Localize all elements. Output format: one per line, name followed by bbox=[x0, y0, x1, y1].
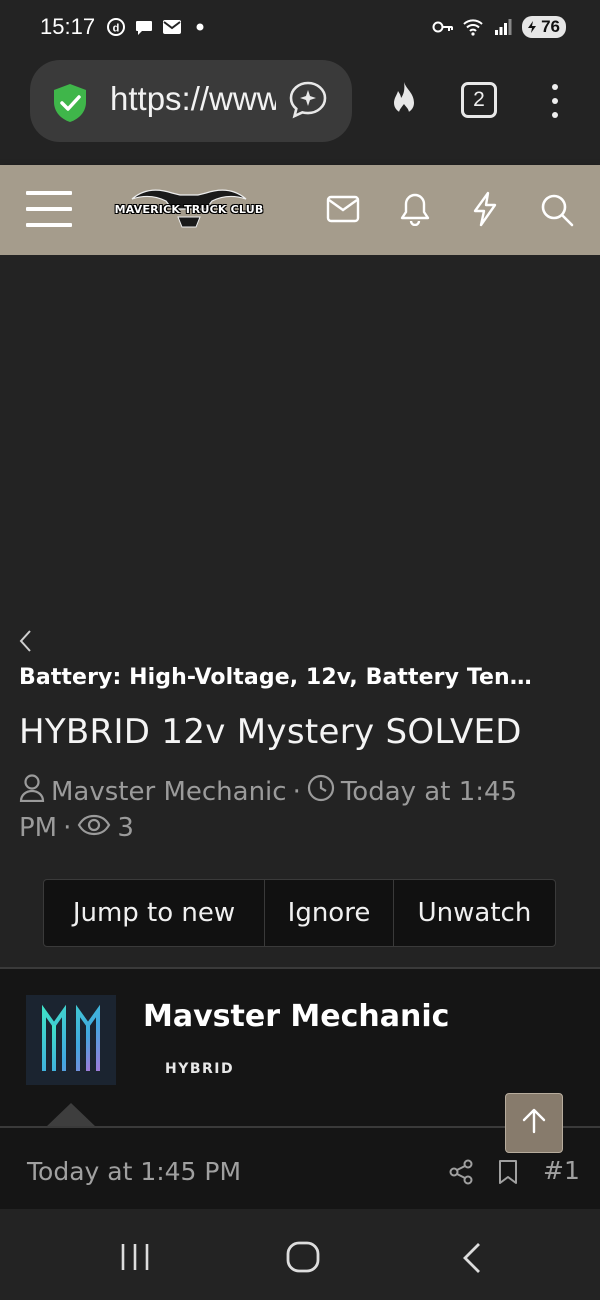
post-number[interactable]: #1 bbox=[543, 1156, 580, 1185]
bolt-icon[interactable] bbox=[471, 191, 499, 231]
arrow-up-icon bbox=[521, 1107, 547, 1139]
thread-meta: Mavster Mechanic · Today at 1:45 bbox=[19, 774, 579, 809]
thread-meta-continued: PM · 3 bbox=[19, 813, 579, 843]
svg-text:d: d bbox=[113, 23, 120, 35]
address-bar[interactable]: https://www.mavericktruckclub.com bbox=[30, 60, 352, 142]
view-count: 3 bbox=[117, 813, 134, 843]
post: Mavster Mechanic HYBRID Today at 1:45 PM… bbox=[0, 969, 600, 1209]
logo-text: MAVERICK TRUCK CLUB bbox=[114, 203, 264, 216]
post-arrow bbox=[46, 1103, 96, 1127]
status-right-icons: 76 bbox=[432, 16, 566, 38]
key-icon bbox=[432, 16, 454, 38]
bell-icon[interactable] bbox=[399, 192, 431, 230]
thread-author[interactable]: Mavster Mechanic bbox=[51, 777, 287, 807]
share-icon[interactable] bbox=[449, 1159, 473, 1189]
user-icon bbox=[19, 774, 45, 809]
wifi-icon bbox=[462, 16, 484, 38]
thread-date[interactable]: Today at 1:45 bbox=[341, 777, 517, 807]
signal-icon bbox=[492, 16, 514, 38]
clock-icon bbox=[307, 774, 335, 809]
ad-placeholder bbox=[0, 255, 600, 615]
menu-icon[interactable] bbox=[26, 191, 72, 239]
status-time: 15:17 bbox=[40, 14, 96, 39]
tabs-icon[interactable]: 2 bbox=[461, 82, 497, 118]
battery-level: 76 bbox=[541, 17, 560, 36]
mail-icon[interactable] bbox=[326, 195, 360, 227]
browser-toolbar: https://www.mavericktruckclub.com 2 bbox=[0, 58, 600, 164]
data-saver-icon: d bbox=[105, 16, 127, 38]
poster-name[interactable]: Mavster Mechanic bbox=[143, 999, 449, 1034]
dot-icon bbox=[189, 16, 211, 38]
ai-assistant-icon[interactable] bbox=[288, 80, 328, 124]
meta-separator: · bbox=[63, 813, 72, 843]
chat-bubble-icon bbox=[133, 16, 155, 38]
unwatch-button[interactable]: Unwatch bbox=[394, 880, 555, 946]
back-icon[interactable] bbox=[460, 1241, 484, 1279]
thread-actions: Jump to new Ignore Unwatch bbox=[43, 879, 556, 947]
bookmark-icon[interactable] bbox=[498, 1159, 518, 1189]
search-icon[interactable] bbox=[539, 192, 575, 232]
thread-title: HYBRID 12v Mystery SOLVED bbox=[19, 712, 522, 752]
shield-check-icon[interactable] bbox=[50, 82, 90, 128]
status-bar: 15:17 d 76 bbox=[0, 0, 600, 58]
chevron-left-icon[interactable] bbox=[18, 628, 34, 658]
more-vertical-icon[interactable] bbox=[548, 84, 562, 126]
eye-icon bbox=[77, 813, 111, 843]
meta-separator: · bbox=[292, 776, 301, 807]
home-icon[interactable] bbox=[286, 1241, 320, 1277]
status-left-icons: d bbox=[105, 16, 211, 38]
jump-to-new-button[interactable]: Jump to new bbox=[44, 880, 265, 946]
user-badge: HYBRID bbox=[165, 1061, 235, 1077]
recents-icon[interactable] bbox=[118, 1242, 152, 1276]
site-logo[interactable]: MAVERICK TRUCK CLUB bbox=[108, 183, 270, 231]
battery-icon: 76 bbox=[522, 16, 566, 38]
site-header: MAVERICK TRUCK CLUB bbox=[0, 165, 600, 255]
scroll-to-top-button[interactable] bbox=[505, 1093, 563, 1153]
thread-date-suffix[interactable]: PM bbox=[19, 813, 57, 843]
mail-icon bbox=[161, 16, 183, 38]
ignore-button[interactable]: Ignore bbox=[265, 880, 394, 946]
post-timestamp[interactable]: Today at 1:45 PM bbox=[27, 1157, 241, 1186]
system-nav-bar bbox=[0, 1210, 600, 1300]
flame-icon[interactable] bbox=[384, 80, 424, 126]
avatar[interactable] bbox=[26, 995, 116, 1085]
breadcrumb[interactable]: Battery: High-Voltage, 12v, Battery Ten… bbox=[19, 665, 532, 690]
url-text[interactable]: https://www.mavericktruckclub.com bbox=[110, 80, 276, 118]
